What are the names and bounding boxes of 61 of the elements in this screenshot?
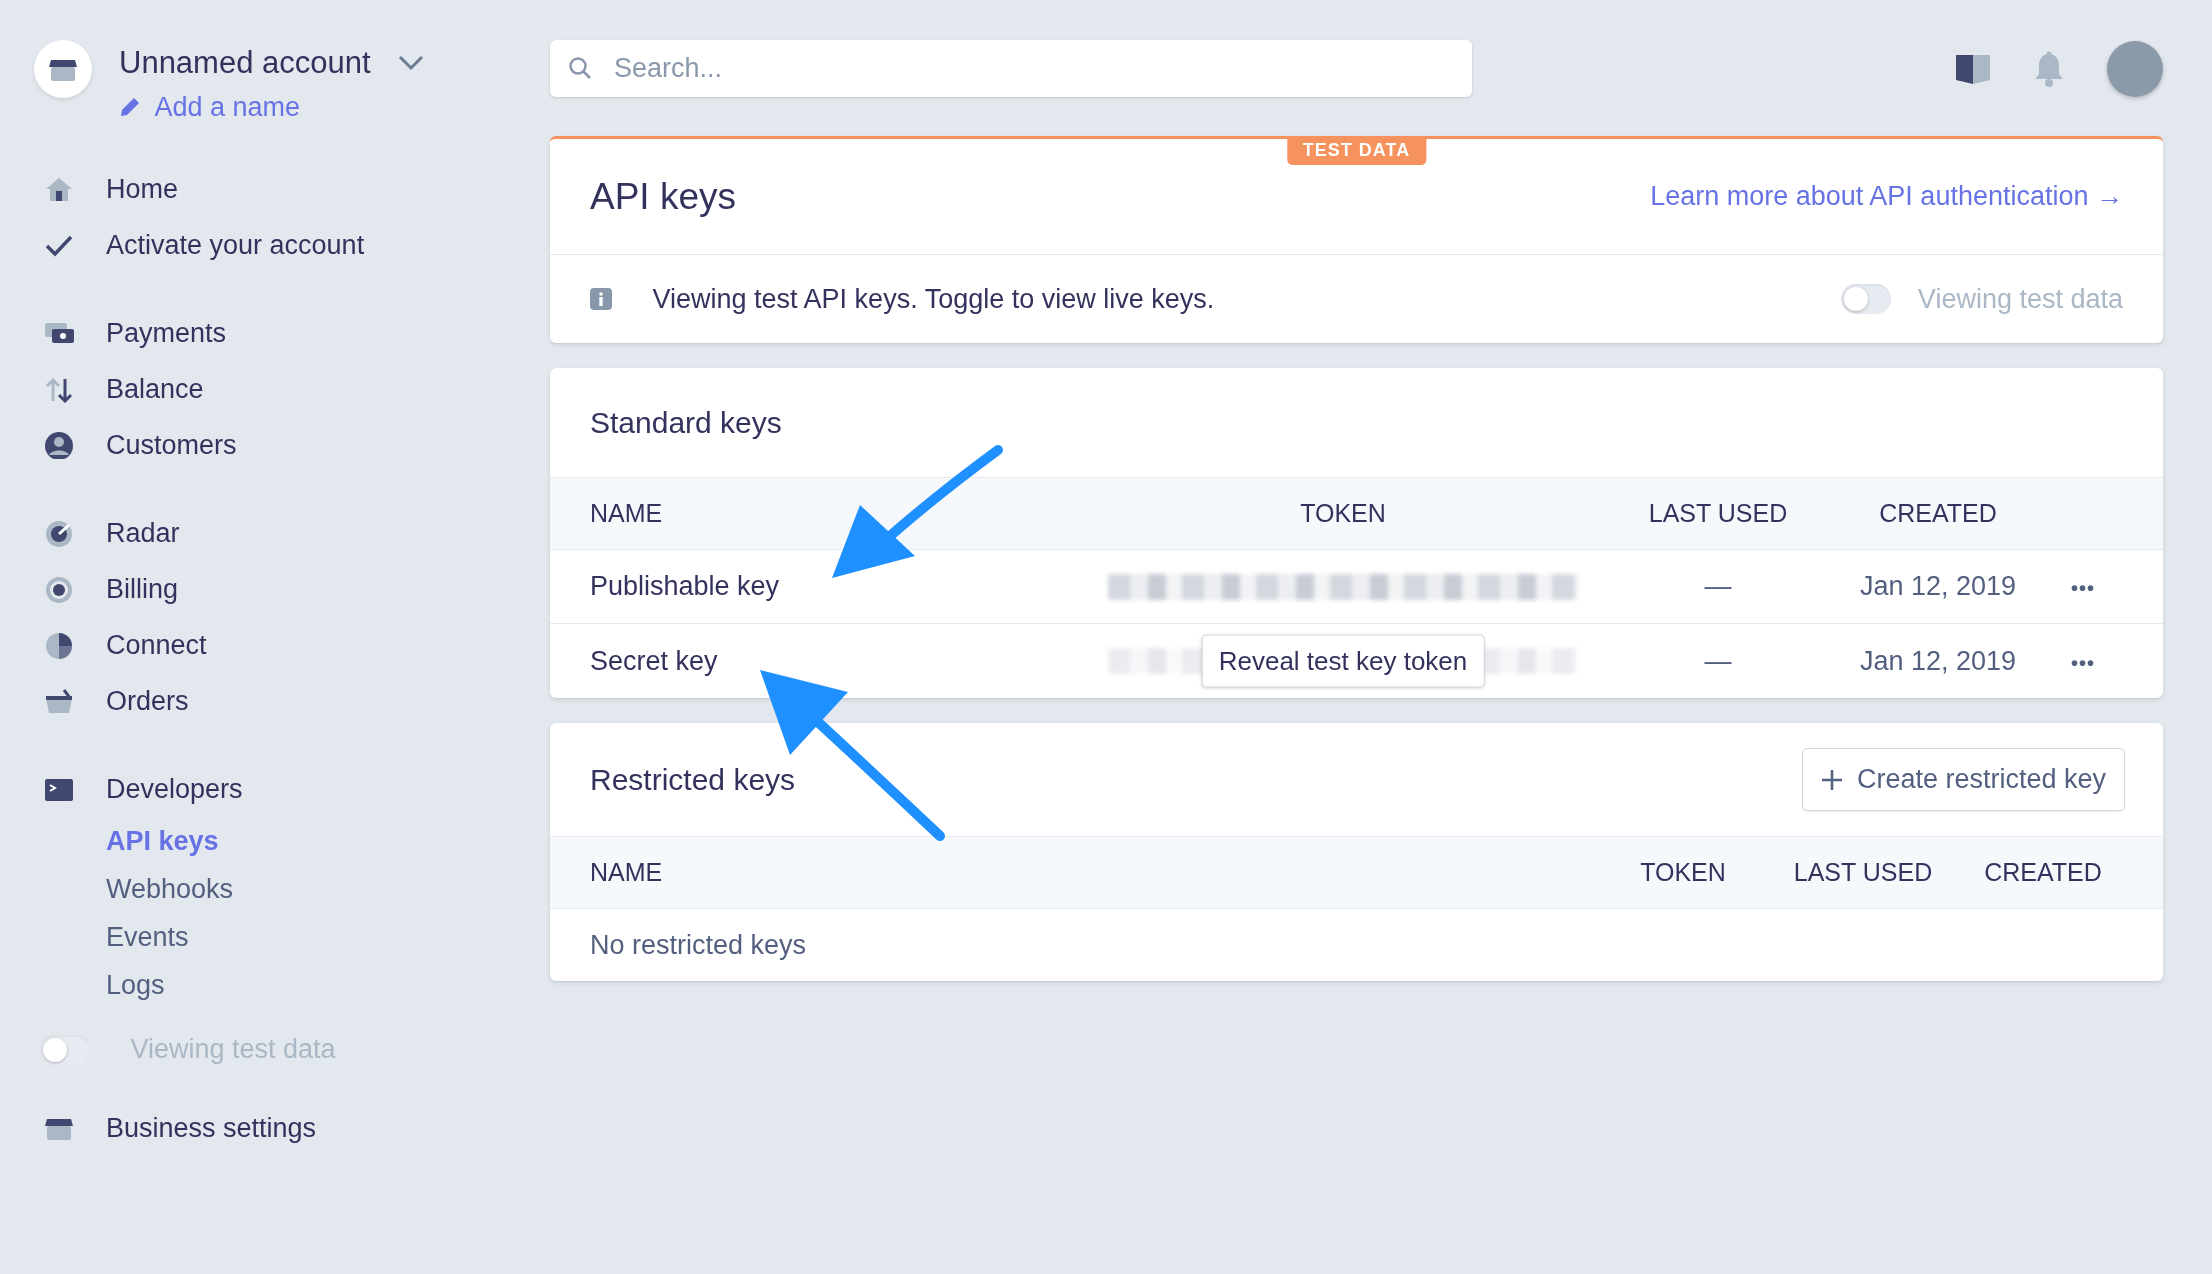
sidebar-item[interactable]: Balance <box>34 361 550 418</box>
sidebar-item[interactable]: Home <box>34 161 550 218</box>
account-logo[interactable] <box>34 40 92 98</box>
last-used-text: — <box>1703 644 1733 678</box>
sidebar-subitem[interactable]: Events <box>34 913 550 962</box>
sidebar-item[interactable]: Connect <box>34 617 550 674</box>
notice-text: Viewing test API keys. Toggle to view live keys. <box>652 282 1215 316</box>
page-title: API keys <box>590 174 736 219</box>
pie-icon <box>44 631 74 660</box>
search-field[interactable]: Search... <box>550 40 1472 97</box>
basket-icon <box>44 687 74 716</box>
book-icon <box>1955 53 1991 84</box>
key-name: Secret key <box>590 644 719 678</box>
sidebar-item[interactable]: Orders <box>34 673 550 730</box>
last-used-text: — <box>1703 570 1733 604</box>
account-name: Unnamed account <box>119 44 371 82</box>
info-icon <box>590 288 612 310</box>
column-header: NAME <box>590 497 664 529</box>
sidebar-item[interactable]: Billing <box>34 561 550 618</box>
home-icon <box>44 175 74 204</box>
create-restricted-key-button[interactable]: Create restricted key <box>1801 748 2125 811</box>
more-button[interactable]: ••• <box>2071 647 2095 678</box>
up-down-arrows-icon <box>44 375 74 404</box>
created-date: Jan 12, 2019 <box>1858 570 2018 604</box>
sidebar-item[interactable]: Customers <box>34 417 550 474</box>
column-header: TOKEN <box>1299 497 1387 529</box>
toggle-label: Viewing test data <box>130 1033 336 1067</box>
sidebar-item[interactable]: Radar <box>34 505 550 562</box>
sidebar-item[interactable]: Activate your account <box>34 217 550 274</box>
sidebar-item[interactable]: Developers <box>34 761 550 818</box>
pencil-icon <box>119 95 141 118</box>
sidebar-subitem[interactable]: Webhooks <box>34 865 550 914</box>
toggle-switch[interactable] <box>40 1034 90 1065</box>
plus-icon <box>1820 768 1843 791</box>
learn-more-link[interactable]: Learn more about API authentication → <box>1650 176 2123 217</box>
gauge-icon <box>44 519 74 548</box>
avatar[interactable] <box>2107 40 2163 97</box>
chevron-down-icon <box>397 55 424 72</box>
test-data-badge: TEST DATA <box>1286 136 1427 165</box>
key-name: Publishable key <box>590 570 781 604</box>
created-date: Jan 12, 2019 <box>1858 644 2018 678</box>
section-title: Restricted keys <box>590 762 796 798</box>
search-icon <box>568 56 592 80</box>
empty-message: No restricted keys <box>590 928 807 962</box>
target-icon <box>44 575 74 604</box>
column-header: LAST USED <box>1647 497 1789 529</box>
column-header: TOKEN <box>1639 856 1727 888</box>
reveal-token-button[interactable]: Reveal test key token <box>1201 634 1485 688</box>
section-title: Standard keys <box>590 405 782 441</box>
column-header: CREATED <box>1983 856 2103 888</box>
user-icon <box>44 431 74 460</box>
sidebar-subitem[interactable]: Logs <box>34 961 550 1010</box>
column-header: CREATED <box>1878 497 1998 529</box>
sidebar-item[interactable]: Payments <box>34 305 550 362</box>
toggle-label: Viewing test data <box>1917 282 2123 316</box>
bell-icon <box>2033 50 2065 87</box>
column-header: NAME <box>590 856 664 888</box>
toggle-switch[interactable] <box>1840 284 1891 314</box>
more-button[interactable]: ••• <box>2071 573 2095 604</box>
column-header: LAST USED <box>1792 856 1934 888</box>
sidebar-item[interactable]: Business settings <box>34 1099 550 1156</box>
